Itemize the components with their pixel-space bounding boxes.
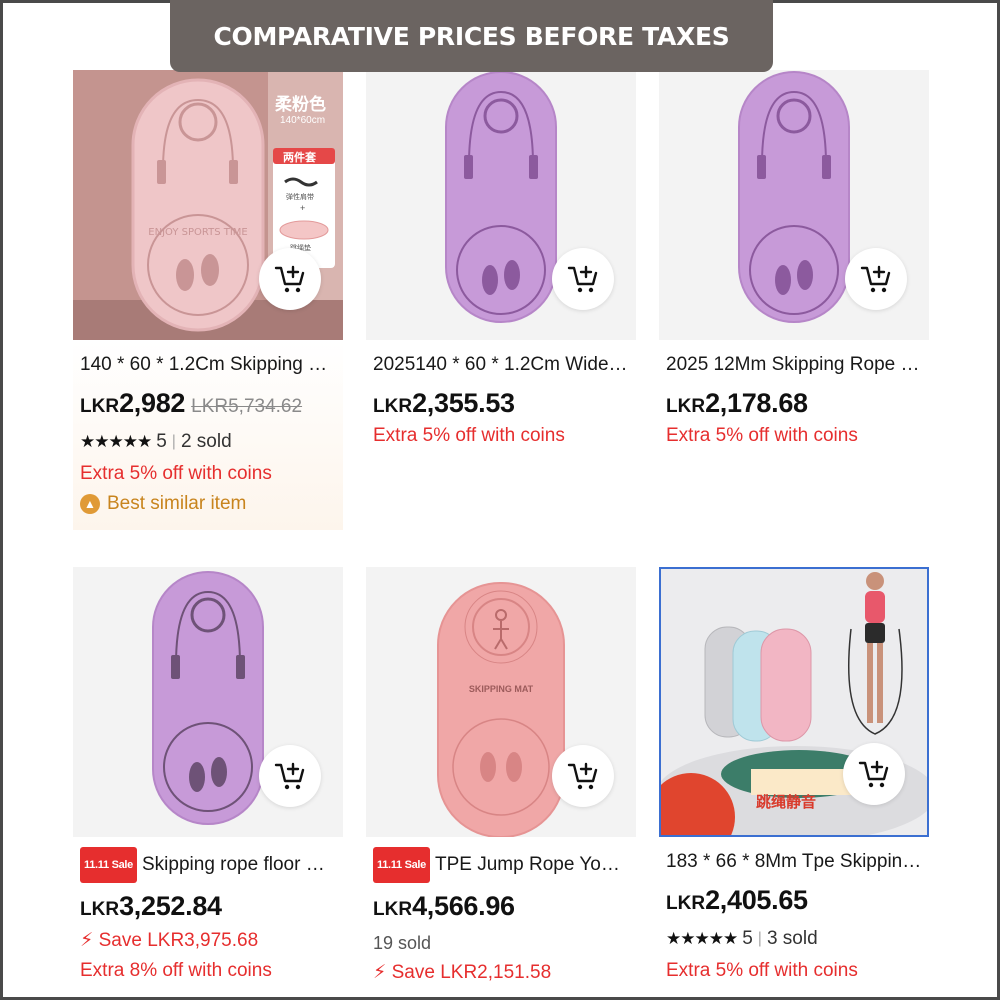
- price: LKR 2,982 LKR5,734.62: [80, 388, 336, 422]
- sold-count: 2 sold: [180, 431, 232, 452]
- coins-offer: Extra 8% off with coins: [80, 960, 272, 981]
- price: LKR 2,405.65: [666, 885, 922, 919]
- coins-offer: Extra 5% off with coins: [666, 960, 858, 981]
- cart-plus-icon: [567, 265, 598, 293]
- product-info: 2025 12Mm Skipping Rope Mat LKR 2,178.68…: [659, 340, 929, 530]
- product-title[interactable]: 183 * 66 * 8Mm Tpe Skipping Rope Mat: [666, 847, 922, 877]
- product-image[interactable]: 跳绳静音: [659, 567, 929, 837]
- product-title[interactable]: 11.11 Sale Skipping rope floor mat: [80, 847, 336, 883]
- image-overlay-set: 两件套: [283, 151, 316, 164]
- save-amount: ⚡ Save LKR3,975.68: [80, 930, 259, 951]
- image-overlay-color: 柔粉色: [275, 95, 326, 115]
- cart-plus-icon: [567, 762, 598, 790]
- price-amount: 3,252.84: [119, 891, 222, 921]
- lightning-icon: ⚡: [80, 930, 94, 951]
- price: LKR 2,355.53: [373, 388, 629, 422]
- original-price: LKR5,734.62: [191, 396, 303, 417]
- mat-text: ENJOY SPORTS TIME: [148, 227, 247, 238]
- lightning-icon: ⚡: [373, 962, 387, 983]
- product-title[interactable]: 2025 12Mm Skipping Rope Mat: [666, 350, 922, 380]
- rating-row: ★★★★★ 5 | 2 sold: [80, 428, 336, 456]
- image-caption: 跳绳静音: [756, 793, 817, 811]
- currency: LKR: [373, 396, 413, 417]
- add-to-cart-button[interactable]: [845, 248, 907, 310]
- coins-offer: Extra 5% off with coins: [666, 425, 858, 446]
- currency: LKR: [666, 396, 706, 417]
- sold-count: 19 sold: [373, 933, 432, 953]
- image-overlay-item1: 弹性肩带: [286, 193, 314, 201]
- page-banner: COMPARATIVE PRICES BEFORE TAXES: [170, 0, 773, 72]
- cart-plus-icon: [274, 265, 305, 293]
- add-to-cart-button[interactable]: [259, 745, 321, 807]
- currency: LKR: [80, 396, 120, 417]
- best-similar-tag: ▲ Best similar item: [80, 490, 336, 518]
- image-overlay-plus: +: [300, 203, 306, 213]
- product-title[interactable]: 11.11 Sale TPE Jump Rope Yoga Mat: [373, 847, 629, 883]
- product-title[interactable]: 2025140 * 60 * 1.2Cm Wide Skipping Rope …: [373, 350, 629, 380]
- product-image[interactable]: [73, 567, 343, 837]
- product-card-1[interactable]: ENJOY SPORTS TIME 柔粉色 140*60cm 两件套 弹性肩带 …: [73, 70, 343, 530]
- add-to-cart-button[interactable]: [259, 248, 321, 310]
- cart-plus-icon: [274, 762, 305, 790]
- sale-badge: 11.11 Sale: [373, 847, 430, 883]
- product-image[interactable]: [366, 70, 636, 340]
- product-card-6[interactable]: 跳绳静音 183 * 66 * 8Mm Tpe Skipping Rope Ma…: [659, 567, 929, 1000]
- sale-badge: 11.11 Sale: [80, 847, 137, 883]
- cart-plus-icon: [860, 265, 891, 293]
- price-amount: 4,566.96: [412, 891, 515, 921]
- divider: |: [171, 433, 176, 450]
- add-to-cart-button[interactable]: [552, 248, 614, 310]
- coins-offer: Extra 5% off with coins: [80, 463, 272, 484]
- product-card-4[interactable]: 11.11 Sale Skipping rope floor mat LKR 3…: [73, 567, 343, 1000]
- price-amount: 2,355.53: [412, 388, 515, 418]
- price: LKR 3,252.84: [80, 891, 336, 925]
- price-amount: 2,982: [119, 388, 186, 418]
- product-card-5[interactable]: SKIPPING MAT 11.11 Sale TPE Jump Rope Yo…: [366, 567, 636, 1000]
- currency: LKR: [80, 899, 120, 920]
- product-card-3[interactable]: 2025 12Mm Skipping Rope Mat LKR 2,178.68…: [659, 70, 929, 530]
- price-amount: 2,405.65: [705, 885, 808, 915]
- product-info: 11.11 Sale Skipping rope floor mat LKR 3…: [73, 837, 343, 1000]
- product-info: 11.11 Sale TPE Jump Rope Yoga Mat LKR 4,…: [366, 837, 636, 1000]
- star-icons: ★★★★★: [80, 432, 152, 451]
- product-info: 183 * 66 * 8Mm Tpe Skipping Rope Mat LKR…: [659, 837, 929, 1000]
- product-card-2[interactable]: 2025140 * 60 * 1.2Cm Wide Skipping Rope …: [366, 70, 636, 530]
- sold-count: 3 sold: [766, 928, 818, 949]
- rating-row: ★★★★★ 5 | 3 sold: [666, 925, 922, 953]
- rating-value: 5: [742, 928, 753, 949]
- image-overlay-size: 140*60cm: [280, 115, 326, 126]
- price: LKR 4,566.96: [373, 891, 629, 925]
- add-to-cart-button[interactable]: [552, 745, 614, 807]
- currency: LKR: [373, 899, 413, 920]
- rating-value: 5: [156, 431, 167, 452]
- currency: LKR: [666, 893, 706, 914]
- product-info: 140 * 60 * 1.2Cm Skipping Rope Mat LKR 2…: [73, 340, 343, 530]
- divider: |: [757, 930, 762, 947]
- star-icons: ★★★★★: [666, 929, 738, 948]
- price: LKR 2,178.68: [666, 388, 922, 422]
- cart-plus-icon: [858, 760, 889, 788]
- product-title[interactable]: 140 * 60 * 1.2Cm Skipping Rope Mat: [80, 350, 336, 380]
- add-to-cart-button[interactable]: [843, 743, 905, 805]
- price-amount: 2,178.68: [705, 388, 808, 418]
- product-image[interactable]: ENJOY SPORTS TIME 柔粉色 140*60cm 两件套 弹性肩带 …: [73, 70, 343, 340]
- coins-offer: Extra 5% off with coins: [373, 425, 565, 446]
- product-image[interactable]: SKIPPING MAT: [366, 567, 636, 837]
- product-info: 2025140 * 60 * 1.2Cm Wide Skipping Rope …: [366, 340, 636, 530]
- thumbs-up-icon: ▲: [80, 494, 100, 514]
- product-image[interactable]: [659, 70, 929, 340]
- save-amount: ⚡ Save LKR2,151.58: [373, 962, 552, 983]
- mat-label: SKIPPING MAT: [468, 684, 534, 694]
